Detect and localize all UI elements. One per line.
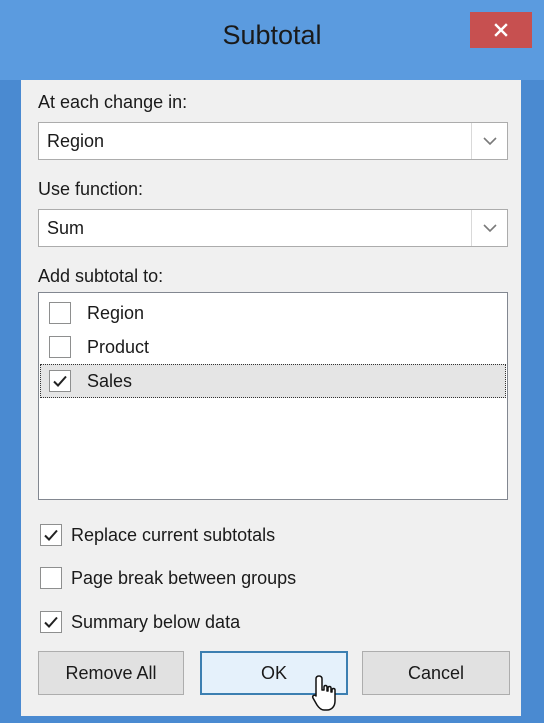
dropdown-arrow-button[interactable] <box>471 123 507 159</box>
checkbox[interactable] <box>40 567 62 589</box>
page-break-option[interactable]: Page break between groups <box>40 567 296 589</box>
checkbox[interactable] <box>49 302 71 324</box>
checkbox[interactable] <box>49 336 71 358</box>
dropdown-arrow-button[interactable] <box>471 210 507 246</box>
dialog-body: At each change in: Region Use function: … <box>21 80 521 716</box>
change-in-value: Region <box>47 130 105 151</box>
list-item-sales[interactable]: Sales <box>40 364 506 398</box>
checkbox[interactable] <box>40 524 62 546</box>
close-button[interactable] <box>470 12 532 48</box>
add-subtotal-label: Add subtotal to: <box>38 266 164 286</box>
list-item-region[interactable]: Region <box>40 296 506 330</box>
list-item-label: Region <box>87 302 145 323</box>
cancel-button[interactable]: Cancel <box>362 651 510 695</box>
change-in-dropdown[interactable]: Region <box>38 122 508 160</box>
chevron-down-icon <box>482 224 497 233</box>
checkbox[interactable] <box>49 370 71 392</box>
option-label: Page break between groups <box>71 567 297 588</box>
title-bar: Subtotal <box>0 0 544 80</box>
list-item-label: Sales <box>87 370 133 391</box>
checkmark-icon <box>44 529 58 541</box>
list-item-label: Product <box>87 336 150 357</box>
function-value: Sum <box>47 217 85 238</box>
checkmark-icon <box>44 616 58 628</box>
add-subtotal-list[interactable]: Region Product Sales <box>38 292 508 500</box>
remove-all-button[interactable]: Remove All <box>38 651 184 695</box>
option-label: Summary below data <box>71 611 241 632</box>
dialog-title: Subtotal <box>222 20 322 50</box>
checkbox[interactable] <box>40 611 62 633</box>
change-in-label: At each change in: <box>38 92 188 112</box>
option-label: Replace current subtotals <box>71 524 276 545</box>
function-dropdown[interactable]: Sum <box>38 209 508 247</box>
ok-button[interactable]: OK <box>200 651 348 695</box>
replace-subtotals-option[interactable]: Replace current subtotals <box>40 524 275 546</box>
summary-below-option[interactable]: Summary below data <box>40 611 240 633</box>
close-icon <box>494 23 508 37</box>
subtotal-dialog: Subtotal At each change in: Region Use f… <box>0 0 544 723</box>
function-label: Use function: <box>38 179 144 199</box>
list-item-product[interactable]: Product <box>40 330 506 364</box>
chevron-down-icon <box>482 137 497 146</box>
checkmark-icon <box>53 375 67 387</box>
